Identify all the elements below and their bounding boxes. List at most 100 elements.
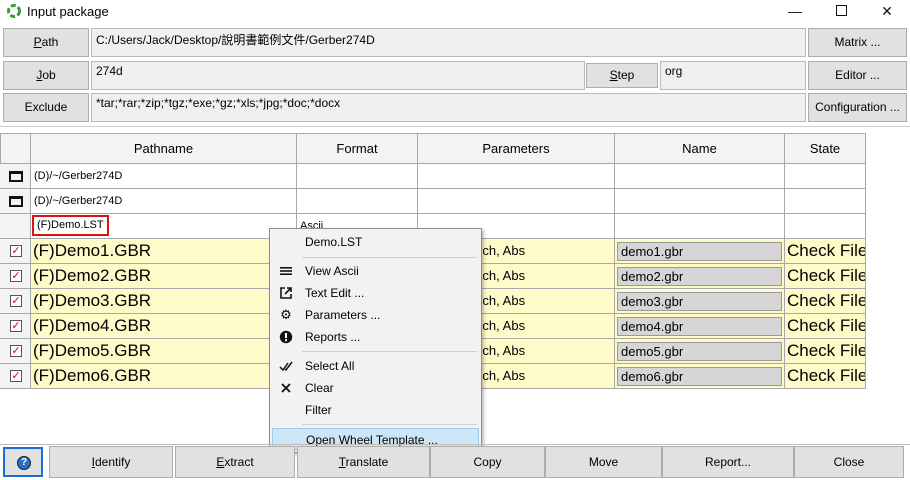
menu-item-filter[interactable]: Filter xyxy=(272,399,479,421)
menu-header: Demo.LST xyxy=(305,235,363,249)
name-cell[interactable] xyxy=(615,214,785,239)
row-header[interactable] xyxy=(0,214,31,239)
close-button[interactable]: Close xyxy=(794,446,904,478)
pathname-cell[interactable]: (D)/~/Gerber274D xyxy=(31,189,297,214)
matrix-button[interactable]: Matrix ... xyxy=(808,28,907,57)
maximize-button[interactable] xyxy=(818,0,864,22)
row-header[interactable]: ✓ xyxy=(0,339,31,364)
menu-item-label: Clear xyxy=(305,381,334,395)
checkbox-checked[interactable]: ✓ xyxy=(10,345,22,357)
extract-button[interactable]: Extract xyxy=(175,446,295,478)
external-link-icon xyxy=(280,287,292,299)
menu-item-text-edit[interactable]: Text Edit ... xyxy=(272,282,479,304)
name-cell[interactable]: demo4.gbr xyxy=(615,314,785,339)
pathname-cell[interactable]: (D)/~/Gerber274D xyxy=(31,164,297,189)
row-header[interactable] xyxy=(0,164,31,189)
gear-icon: ⚙ xyxy=(280,307,292,322)
pathname-cell[interactable]: (F)Demo2.GBR xyxy=(31,264,297,289)
row-header[interactable]: ✓ xyxy=(0,239,31,264)
row-header[interactable] xyxy=(0,189,31,214)
name-cell[interactable]: demo5.gbr xyxy=(615,339,785,364)
row-header[interactable]: ✓ xyxy=(0,289,31,314)
list-icon xyxy=(280,267,292,275)
report-button[interactable]: Report... xyxy=(662,446,794,478)
editor-button[interactable]: Editor ... xyxy=(808,61,907,90)
row-header[interactable]: ✓ xyxy=(0,364,31,389)
parameters-cell[interactable] xyxy=(418,189,615,214)
pathname-cell[interactable]: (F)Demo6.GBR xyxy=(31,364,297,389)
menu-item-clear[interactable]: Clear xyxy=(272,377,479,399)
name-cell[interactable]: demo1.gbr xyxy=(615,239,785,264)
path-field[interactable]: C:/Users/Jack/Desktop/說明書範例文件/Gerber274D xyxy=(91,28,806,57)
format-cell[interactable] xyxy=(297,189,418,214)
copy-button[interactable]: Copy xyxy=(430,446,545,478)
header-name[interactable]: Name xyxy=(615,133,785,164)
state-cell[interactable] xyxy=(785,189,866,214)
header-parameters[interactable]: Parameters xyxy=(418,133,615,164)
name-cell[interactable]: demo3.gbr xyxy=(615,289,785,314)
configuration-button[interactable]: Configuration ... xyxy=(808,93,907,122)
menu-item-view-ascii[interactable]: View Ascii xyxy=(272,260,479,282)
menu-separator xyxy=(302,424,477,425)
close-window-button[interactable]: ✕ xyxy=(864,0,910,22)
step-label-underlined: S xyxy=(609,68,618,82)
header-pathname[interactable]: Pathname xyxy=(31,133,297,164)
pathname-cell[interactable]: (F)Demo1.GBR xyxy=(31,239,297,264)
step-button[interactable]: Step xyxy=(586,63,658,88)
checkbox-checked[interactable]: ✓ xyxy=(10,370,22,382)
state-cell[interactable]: Check File xyxy=(785,289,866,314)
help-button[interactable]: ? xyxy=(3,447,43,477)
translate-button[interactable]: Translate xyxy=(297,446,430,478)
selected-cell-box[interactable]: (F)Demo.LST xyxy=(32,215,109,236)
pathname-cell[interactable]: (F)Demo3.GBR xyxy=(31,289,297,314)
state-cell[interactable] xyxy=(785,164,866,189)
header-format[interactable]: Format xyxy=(297,133,418,164)
move-button[interactable]: Move xyxy=(545,446,662,478)
row-header[interactable]: ✓ xyxy=(0,264,31,289)
path-button[interactable]: Path xyxy=(3,28,89,57)
format-cell[interactable] xyxy=(297,164,418,189)
name-cell[interactable]: demo6.gbr xyxy=(615,364,785,389)
extract-label-rest: xtract xyxy=(224,455,254,469)
state-cell[interactable]: Check File xyxy=(785,364,866,389)
menu-item-reports[interactable]: Reports ... xyxy=(272,326,479,348)
menu-item-parameters[interactable]: ⚙ Parameters ... xyxy=(272,304,479,326)
menu-item-label: Filter xyxy=(305,403,332,417)
name-cell[interactable] xyxy=(615,189,785,214)
exclude-field[interactable]: *tar;*rar;*zip;*tgz;*exe;*gz;*xls;*jpg;*… xyxy=(91,93,806,122)
name-input[interactable]: demo4.gbr xyxy=(617,317,782,336)
header-state[interactable]: State xyxy=(785,133,866,164)
menu-item-select-all[interactable]: Select All xyxy=(272,355,479,377)
state-cell[interactable]: Check File xyxy=(785,314,866,339)
row-header[interactable]: ✓ xyxy=(0,314,31,339)
minimize-button[interactable]: — xyxy=(772,0,818,22)
name-input[interactable]: demo6.gbr xyxy=(617,367,782,386)
state-cell[interactable]: Check File xyxy=(785,339,866,364)
name-input[interactable]: demo2.gbr xyxy=(617,267,782,286)
identify-button[interactable]: Identify xyxy=(49,446,173,478)
job-field[interactable]: 274d xyxy=(91,61,585,90)
name-cell[interactable] xyxy=(615,164,785,189)
checkbox-checked[interactable]: ✓ xyxy=(10,295,22,307)
pathname-cell[interactable]: (F)Demo4.GBR xyxy=(31,314,297,339)
step-field[interactable]: org xyxy=(660,61,806,90)
name-cell[interactable]: demo2.gbr xyxy=(615,264,785,289)
exclude-button[interactable]: Exclude xyxy=(3,93,89,122)
state-cell[interactable]: Check File xyxy=(785,239,866,264)
pathname-cell[interactable]: (F)Demo.LST xyxy=(31,214,297,239)
pathname-cell[interactable]: (F)Demo5.GBR xyxy=(31,339,297,364)
state-cell[interactable]: Check File xyxy=(785,264,866,289)
checkbox-checked[interactable]: ✓ xyxy=(10,270,22,282)
header-corner xyxy=(0,133,31,164)
state-cell[interactable] xyxy=(785,214,866,239)
job-button[interactable]: Job xyxy=(3,61,89,90)
menu-item-label: Reports ... xyxy=(305,330,361,344)
parameters-cell[interactable] xyxy=(418,164,615,189)
checkbox-checked[interactable]: ✓ xyxy=(10,245,22,257)
name-input[interactable]: demo1.gbr xyxy=(617,242,782,261)
name-input[interactable]: demo3.gbr xyxy=(617,292,782,311)
bottom-divider xyxy=(0,444,910,445)
context-menu: Demo.LST View Ascii Text Edit ... ⚙ Para… xyxy=(269,228,482,453)
name-input[interactable]: demo5.gbr xyxy=(617,342,782,361)
checkbox-checked[interactable]: ✓ xyxy=(10,320,22,332)
